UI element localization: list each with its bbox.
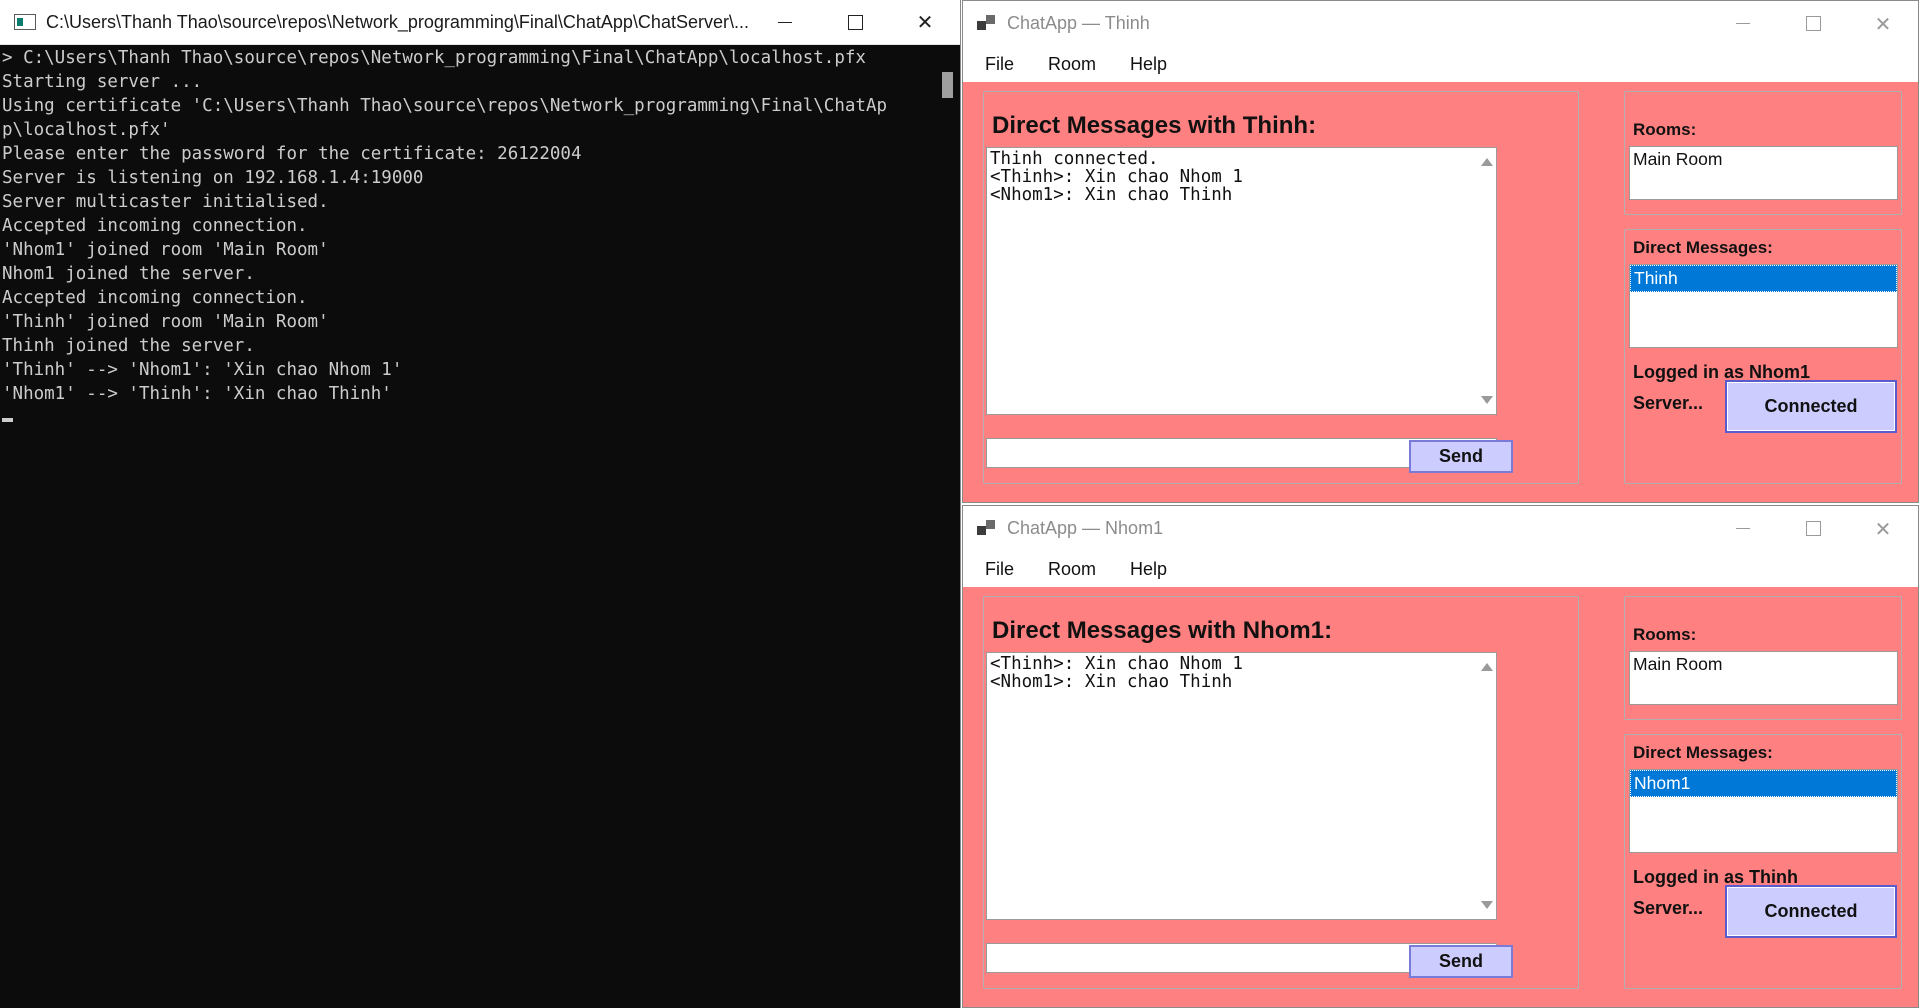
close-icon[interactable]: ✕ bbox=[890, 0, 960, 44]
menu-room[interactable]: Room bbox=[1048, 54, 1096, 75]
send-button[interactable]: Send bbox=[1409, 945, 1513, 978]
dm-list[interactable]: Thinh bbox=[1629, 264, 1898, 348]
console-titlebar[interactable]: C:\Users\Thanh Thao\source\repos\Network… bbox=[0, 0, 960, 45]
server-menu-label[interactable]: Server... bbox=[1633, 898, 1703, 919]
rooms-group: Rooms: Main Room bbox=[1624, 91, 1902, 215]
dm-label: Direct Messages: bbox=[1633, 743, 1773, 762]
message-log-scrollbar[interactable] bbox=[1476, 148, 1496, 414]
scroll-down-icon[interactable] bbox=[1481, 901, 1493, 909]
server-console-window: C:\Users\Thanh Thao\source\repos\Network… bbox=[0, 0, 961, 1008]
scroll-up-icon[interactable] bbox=[1481, 158, 1493, 166]
message-log-scrollbar[interactable] bbox=[1476, 653, 1496, 919]
terminal-icon bbox=[14, 14, 36, 30]
room-item-main-room[interactable]: Main Room bbox=[1630, 652, 1897, 677]
console-title: C:\Users\Thanh Thao\source\repos\Network… bbox=[46, 11, 749, 32]
maximize-icon[interactable] bbox=[1778, 506, 1848, 551]
server-menu-label[interactable]: Server... bbox=[1633, 393, 1703, 414]
chat-title: ChatApp — Nhom1 bbox=[1007, 518, 1164, 538]
rooms-label: Rooms: bbox=[1633, 120, 1697, 139]
room-item-main-room[interactable]: Main Room bbox=[1630, 147, 1897, 172]
maximize-icon[interactable] bbox=[820, 0, 890, 44]
direct-messages-sidebar: Direct Messages: Nhom1 Logged in as Thin… bbox=[1624, 734, 1902, 989]
message-log-text: <Thinh>: Xin chao Nhom 1 <Nhom1>: Xin ch… bbox=[990, 654, 1243, 692]
connected-button[interactable]: Connected bbox=[1725, 380, 1897, 433]
console-cursor bbox=[2, 418, 13, 422]
dm-label: Direct Messages: bbox=[1633, 238, 1773, 257]
app-window-icon bbox=[977, 14, 997, 33]
rooms-list[interactable]: Main Room bbox=[1629, 651, 1898, 705]
message-log-text: Thinh connected. <Thinh>: Xin chao Nhom … bbox=[990, 149, 1243, 205]
chat-titlebar[interactable]: ChatApp — Nhom1 ✕ bbox=[963, 506, 1918, 551]
console-scrollbar[interactable] bbox=[938, 46, 956, 1008]
menu-help[interactable]: Help bbox=[1130, 559, 1167, 580]
maximize-icon[interactable] bbox=[1778, 1, 1848, 46]
menu-file[interactable]: File bbox=[985, 54, 1014, 75]
scroll-up-icon[interactable] bbox=[1481, 663, 1493, 671]
chatapp-window-thinh: ChatApp — Thinh ✕ File Room Help Direct … bbox=[962, 0, 1919, 503]
minimize-icon[interactable] bbox=[1708, 506, 1778, 551]
chat-title: ChatApp — Thinh bbox=[1007, 13, 1150, 33]
close-icon[interactable]: ✕ bbox=[1848, 506, 1918, 551]
close-icon[interactable]: ✕ bbox=[1848, 1, 1918, 46]
menu-bar: File Room Help bbox=[963, 46, 1918, 82]
console-output[interactable]: > C:\Users\Thanh Thao\source\repos\Netwo… bbox=[2, 46, 937, 1008]
rooms-list[interactable]: Main Room bbox=[1629, 146, 1898, 200]
connected-button[interactable]: Connected bbox=[1725, 885, 1897, 938]
chat-titlebar[interactable]: ChatApp — Thinh ✕ bbox=[963, 1, 1918, 46]
console-scroll-thumb[interactable] bbox=[942, 72, 953, 98]
minimize-icon[interactable] bbox=[1708, 1, 1778, 46]
dm-heading: Direct Messages with Thinh: bbox=[992, 112, 1317, 139]
direct-messages-sidebar: Direct Messages: Thinh Logged in as Nhom… bbox=[1624, 229, 1902, 484]
menu-room[interactable]: Room bbox=[1048, 559, 1096, 580]
rooms-label: Rooms: bbox=[1633, 625, 1697, 644]
dm-item-nhom1[interactable]: Nhom1 bbox=[1630, 770, 1897, 797]
direct-messages-group: Direct Messages with Nhom1: <Thinh>: Xin… bbox=[983, 596, 1579, 989]
message-log[interactable]: <Thinh>: Xin chao Nhom 1 <Nhom1>: Xin ch… bbox=[986, 652, 1497, 920]
send-button[interactable]: Send bbox=[1409, 440, 1513, 473]
app-window-icon bbox=[977, 519, 997, 538]
direct-messages-group: Direct Messages with Thinh: Thinh connec… bbox=[983, 91, 1579, 484]
message-log[interactable]: Thinh connected. <Thinh>: Xin chao Nhom … bbox=[986, 147, 1497, 415]
chatapp-window-nhom1: ChatApp — Nhom1 ✕ File Room Help Direct … bbox=[962, 505, 1919, 1008]
minimize-icon[interactable] bbox=[750, 0, 820, 44]
dm-heading: Direct Messages with Nhom1: bbox=[992, 617, 1333, 644]
menu-help[interactable]: Help bbox=[1130, 54, 1167, 75]
menu-file[interactable]: File bbox=[985, 559, 1014, 580]
dm-list[interactable]: Nhom1 bbox=[1629, 769, 1898, 853]
rooms-group: Rooms: Main Room bbox=[1624, 596, 1902, 720]
menu-bar: File Room Help bbox=[963, 551, 1918, 587]
dm-item-thinh[interactable]: Thinh bbox=[1630, 265, 1897, 292]
console-text: > C:\Users\Thanh Thao\source\repos\Netwo… bbox=[2, 48, 888, 404]
scroll-down-icon[interactable] bbox=[1481, 396, 1493, 404]
